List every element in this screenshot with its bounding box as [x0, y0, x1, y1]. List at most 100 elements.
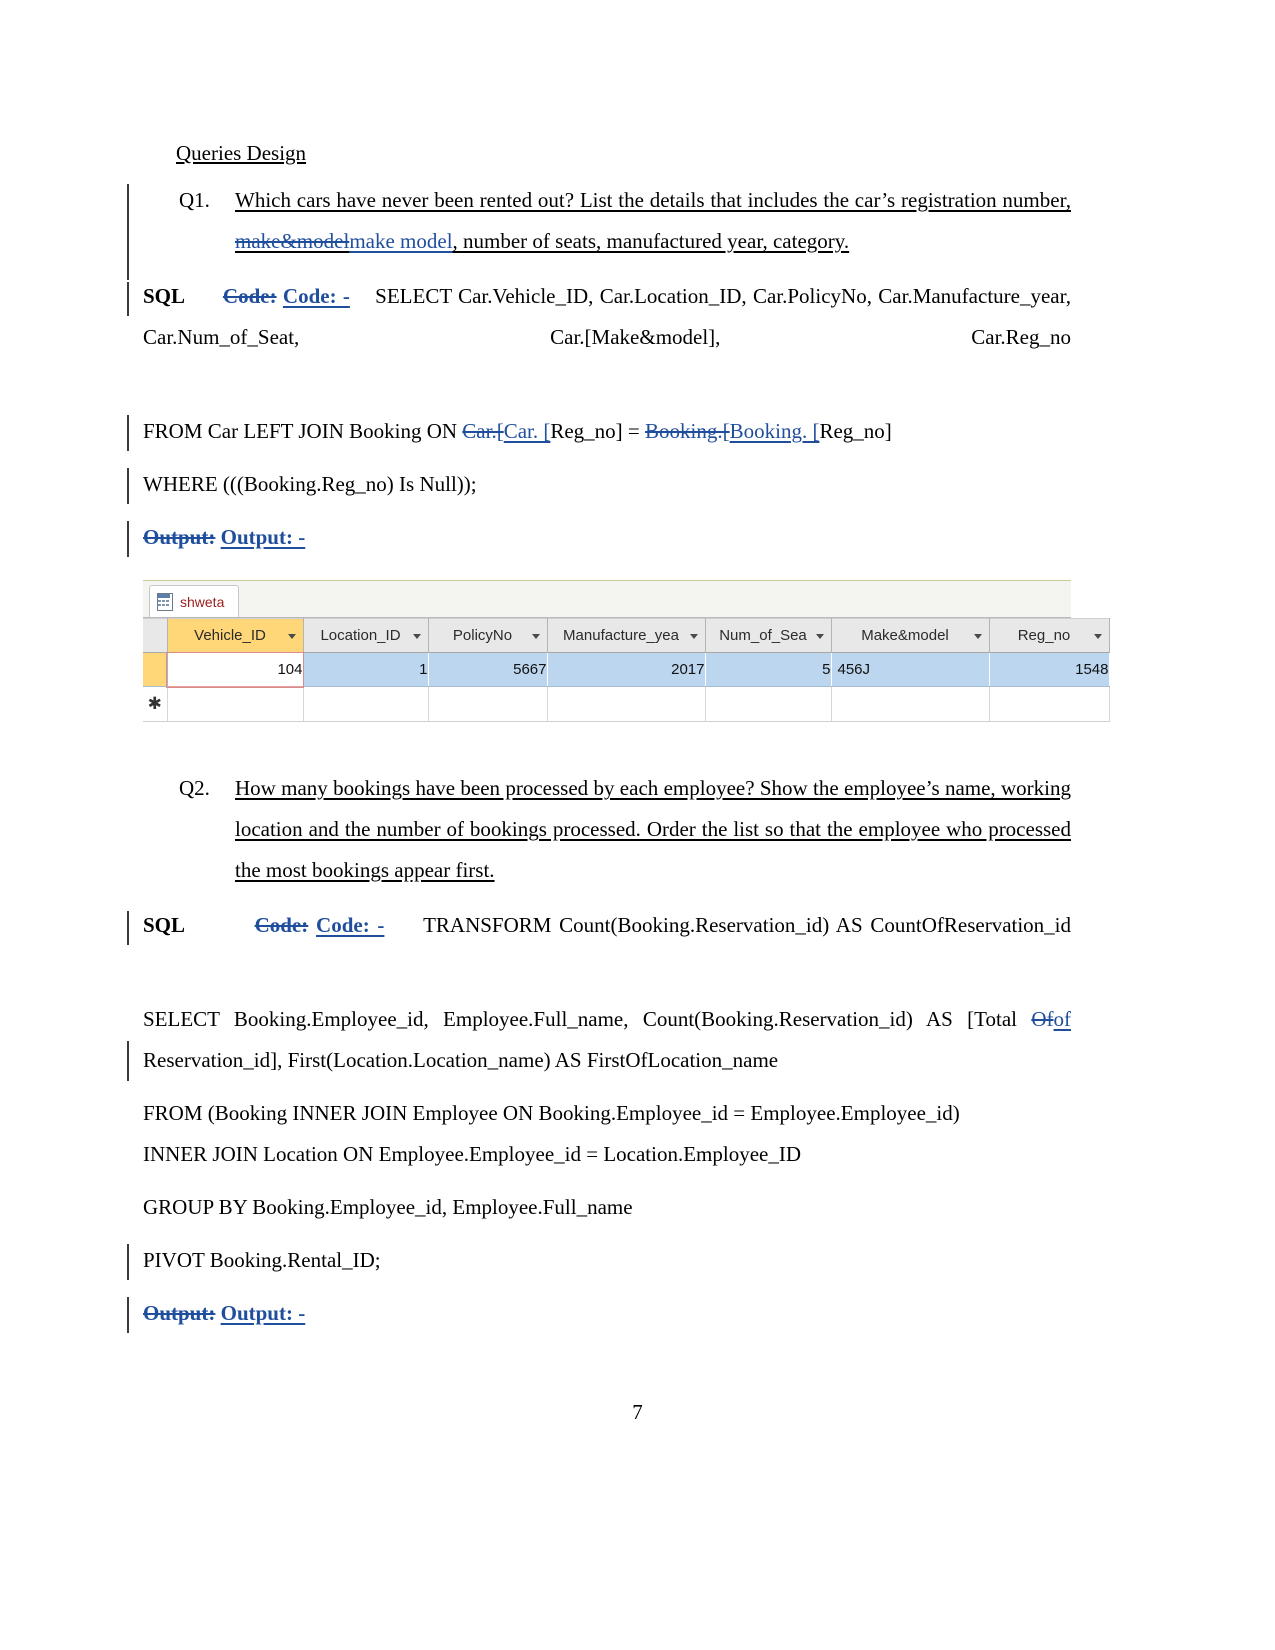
q1-sql-line3: WHERE (((Booking.Reg_no) Is Null)); — [143, 472, 477, 496]
q1-output-inserted: Output: - — [220, 525, 306, 549]
column-header-label: Make&model — [861, 627, 949, 645]
table-row[interactable]: 104 1 5667 2017 5 456J 1548 — [143, 651, 1110, 688]
q1-output-label: Output: Output: - — [143, 517, 1071, 558]
q1-from-inserted-1: Car. [ — [503, 419, 551, 443]
q2-code-line1: TRANSFORM Count(Booking.Reservation_id) … — [423, 913, 1072, 937]
q1-sql-line1-block: SQL Code: Code: - SELECT Car.Vehicle_ID,… — [127, 276, 1071, 399]
q2-sql-from-line2: INNER JOIN Location ON Employee.Employee… — [143, 1142, 802, 1166]
q1-inserted-term: make model — [349, 229, 453, 253]
access-tab-shweta[interactable]: shweta — [149, 585, 240, 617]
table-datasheet-icon — [156, 593, 173, 611]
column-header-label: Reg_no — [1017, 627, 1071, 645]
q1-sql-label: SQL — [143, 284, 186, 308]
q1-question: Q1. Which cars have never been rented out… — [179, 180, 1071, 262]
column-header-num-of-seats[interactable]: Num_of_Sea — [705, 618, 832, 653]
q2-sql-line2-block: SELECT Booking.Employee_id, Employee.Ful… — [127, 999, 1071, 1081]
q2-sql-from-line1: FROM (Booking INNER JOIN Employee ON Boo… — [143, 1101, 960, 1125]
q2-select-post: Reservation_id], First(Location.Location… — [143, 1048, 779, 1072]
q1-output-deleted: Output: — [143, 525, 216, 549]
q2-sql-line2: SELECT Booking.Employee_id, Employee.Ful… — [143, 999, 1071, 1081]
grid-header-row: Vehicle_ID Location_ID PolicyNo Manufact… — [143, 618, 1110, 653]
cell-num-of-seats[interactable]: 5 — [705, 652, 832, 687]
q1-deleted-term: make&model — [235, 229, 350, 253]
cell-location-id[interactable]: 1 — [303, 652, 429, 687]
q1-sql-line1: SQL Code: Code: - SELECT Car.Vehicle_ID,… — [143, 276, 1071, 399]
q2-select-pre: SELECT Booking.Employee_id, Employee.Ful… — [143, 1007, 1032, 1031]
page-number: 7 — [632, 1400, 643, 1424]
q2-sql-pivot: PIVOT Booking.Rental_ID; — [143, 1248, 381, 1272]
q2-select-deleted: Of — [1031, 1007, 1054, 1031]
new-cell-reg-no[interactable] — [989, 686, 1110, 722]
q2-sql-from-block: FROM (Booking INNER JOIN Employee ON Boo… — [143, 1093, 1071, 1175]
q2-output-inserted: Output: - — [220, 1301, 306, 1325]
q1-output-block: Output: Output: - — [127, 517, 1071, 558]
chevron-down-icon[interactable] — [531, 633, 540, 639]
cell-make-model[interactable]: 456J — [831, 652, 990, 687]
new-cell-location-id[interactable] — [303, 686, 429, 722]
column-header-location-id[interactable]: Location_ID — [303, 618, 429, 653]
column-header-label: Vehicle_ID — [194, 627, 266, 645]
q1-question-block: Q1. Which cars have never been rented out… — [127, 180, 1071, 280]
q2-output-label: Output: Output: - — [143, 1293, 1071, 1334]
row-selector[interactable] — [143, 652, 168, 687]
q2-sql-groupby: GROUP BY Booking.Employee_id, Employee.F… — [143, 1195, 633, 1219]
q2-sql-label: SQL — [143, 913, 186, 937]
q2-sql-pivot-block: PIVOT Booking.Rental_ID; — [127, 1240, 1071, 1281]
q1-sql-line3-block: WHERE (((Booking.Reg_no) Is Null)); — [127, 464, 1071, 505]
column-header-vehicle-id[interactable]: Vehicle_ID — [167, 618, 304, 653]
row-selector-header — [143, 618, 168, 653]
column-header-policyno[interactable]: PolicyNo — [428, 618, 548, 653]
q2-output-deleted: Output: — [143, 1301, 216, 1325]
q1-number: Q1. — [179, 188, 210, 212]
new-record-row[interactable]: ✱ — [143, 686, 1110, 722]
page-title: Queries Design — [176, 141, 307, 165]
chevron-down-icon[interactable] — [689, 633, 698, 639]
cell-reg-no[interactable]: 1548 — [989, 652, 1110, 687]
change-bar — [127, 1297, 129, 1333]
new-record-marker-icon[interactable]: ✱ — [143, 686, 168, 722]
change-bar — [127, 468, 129, 504]
chevron-down-icon[interactable] — [815, 633, 824, 639]
q2-question-block: Q2. How many bookings have been processed… — [143, 768, 1071, 891]
q1-sql-line2-block: FROM Car LEFT JOIN Booking ON Car.[Car. … — [127, 411, 1071, 452]
change-bar — [127, 184, 129, 280]
cell-manufacture-year[interactable]: 2017 — [547, 652, 706, 687]
new-cell-num-of-seats[interactable] — [705, 686, 832, 722]
cell-policyno[interactable]: 5667 — [428, 652, 548, 687]
new-cell-vehicle-id[interactable] — [167, 686, 304, 722]
q2-code-deleted: Code: — [254, 913, 309, 937]
q2-sql-line1: SQL Code: Code: - TRANSFORM Count(Bookin… — [143, 905, 1071, 987]
new-cell-manufacture-year[interactable] — [547, 686, 706, 722]
column-header-manufacture-year[interactable]: Manufacture_yea — [547, 618, 706, 653]
column-header-reg-no[interactable]: Reg_no — [989, 618, 1110, 653]
access-tab-strip: shweta — [143, 581, 1071, 618]
chevron-down-icon[interactable] — [287, 633, 296, 639]
chevron-down-icon[interactable] — [1093, 633, 1102, 639]
new-cell-make-model[interactable] — [831, 686, 990, 722]
new-cell-policyno[interactable] — [428, 686, 548, 722]
q1-code-deleted: Code: — [222, 284, 277, 308]
column-header-label: PolicyNo — [452, 627, 513, 645]
q1-from-deleted-1: Car.[ — [462, 419, 504, 443]
page-content: Queries Design Q1. Which cars have never … — [127, 138, 1110, 1340]
column-header-label: Manufacture_yea — [563, 627, 679, 645]
q1-text-part2: , number of seats, manufactured year, ca… — [452, 229, 850, 253]
change-bar — [127, 1041, 129, 1081]
q1-from-inserted-2: Booking. [ — [729, 419, 820, 443]
q2-sql-line1-block: SQL Code: Code: - TRANSFORM Count(Bookin… — [127, 905, 1071, 987]
column-header-make-model[interactable]: Make&model — [831, 618, 990, 653]
access-data-grid: Vehicle_ID Location_ID PolicyNo Manufact… — [143, 618, 1110, 722]
change-bar — [127, 1244, 129, 1280]
chevron-down-icon[interactable] — [973, 633, 982, 639]
chevron-down-icon[interactable] — [412, 633, 421, 639]
access-tab-label: shweta — [180, 593, 225, 610]
q2-select-inserted: of — [1053, 1007, 1072, 1031]
q1-from-deleted-2: Booking.[ — [645, 419, 730, 443]
q1-from-end: Reg_no] — [819, 419, 892, 443]
column-header-label: Num_of_Sea — [719, 627, 807, 645]
change-bar — [127, 911, 129, 945]
document-page: Queries Design Q1. Which cars have never … — [0, 0, 1275, 1650]
cell-vehicle-id[interactable]: 104 — [166, 651, 304, 688]
access-datasheet-screenshot: shweta Vehicle_ID Location_ID PolicyNo M… — [143, 580, 1110, 722]
q1-from-mid: Reg_no] = — [550, 419, 646, 443]
